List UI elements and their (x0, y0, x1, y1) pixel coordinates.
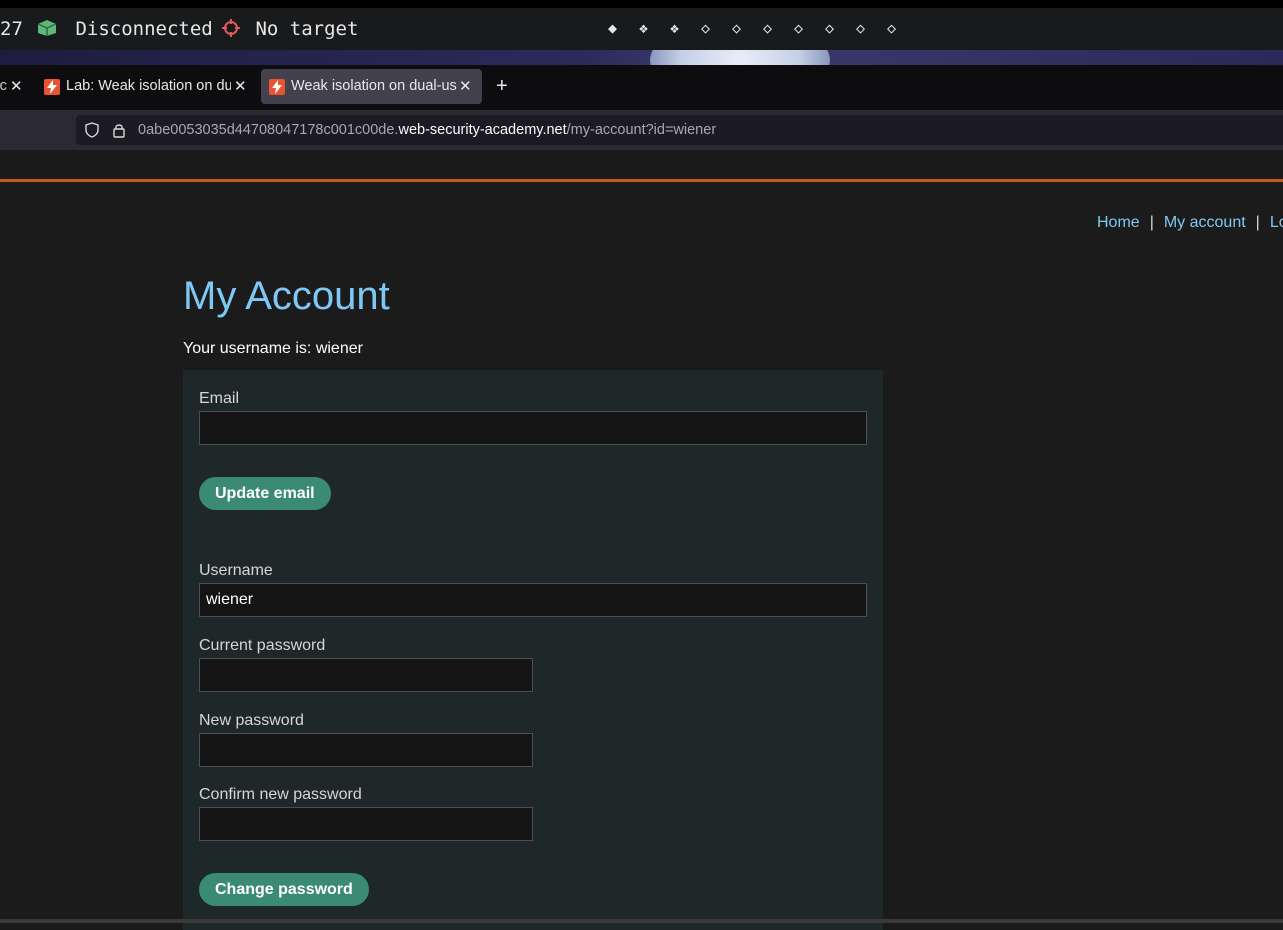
url-path: /my-account?id=wiener (566, 122, 717, 138)
target-indicator[interactable]: No target (222, 18, 358, 40)
system-status-bar: 27 Disconnected No target ◆ ❖ ❖ ◇ ◇ ◇ ◇ … (0, 0, 1283, 58)
url-bar[interactable]: 0abe0053035d44708047178c001c00de.web-sec… (76, 115, 1283, 145)
new-tab-button[interactable]: + (496, 75, 508, 98)
clock-fragment: 27 (0, 18, 23, 40)
site-nav: Home | My account | Lo (1097, 214, 1283, 232)
nav-separator: | (1255, 214, 1260, 231)
nav-logout-link[interactable]: Lo (1270, 214, 1283, 231)
tab-title: Weak isolation on dual-us (291, 78, 457, 94)
page-content: Home | My account | Lo My Account Your usern… (0, 182, 1283, 930)
crosshair-icon (222, 19, 240, 37)
page-title: My Account (183, 274, 390, 318)
nav-separator: | (1149, 214, 1154, 231)
lock-icon[interactable] (112, 122, 126, 138)
tab-title: Ac (0, 78, 7, 94)
nav-home-link[interactable]: Home (1097, 214, 1140, 231)
shield-icon[interactable] (84, 122, 100, 138)
workspace-6[interactable]: ◇ (763, 19, 772, 37)
wallpaper-strip (0, 50, 1283, 65)
workspace-3[interactable]: ❖ (670, 19, 679, 37)
connection-status: Disconnected (75, 18, 213, 40)
confirm-password-input[interactable] (199, 807, 533, 841)
current-password-label: Current password (199, 637, 326, 654)
browser-nav-bar: 0abe0053035d44708047178c001c00de.web-sec… (0, 110, 1283, 150)
lightning-favicon-icon (44, 79, 60, 95)
workspace-7[interactable]: ◇ (794, 19, 803, 37)
current-password-input[interactable] (199, 658, 533, 692)
confirm-password-label: Confirm new password (199, 786, 362, 803)
workspace-2[interactable]: ❖ (639, 19, 648, 37)
email-input[interactable] (199, 411, 867, 445)
nav-my-account-link[interactable]: My account (1164, 214, 1246, 231)
connection-indicator[interactable]: Disconnected (36, 18, 213, 40)
workspace-4[interactable]: ◇ (701, 19, 710, 37)
taskbar-edge (0, 919, 1283, 923)
url-prefix: 0abe0053035d44708047178c001c00de. (138, 122, 399, 138)
target-status: No target (255, 18, 359, 40)
workspace-9[interactable]: ◇ (856, 19, 865, 37)
new-password-label: New password (199, 712, 304, 729)
box-icon (37, 20, 57, 36)
new-password-input[interactable] (199, 733, 533, 767)
workspace-8[interactable]: ◇ (825, 19, 834, 37)
url-text[interactable]: 0abe0053035d44708047178c001c00de.web-sec… (138, 122, 716, 138)
lightning-favicon-icon (269, 79, 285, 95)
tab-title: Lab: Weak isolation on du (66, 78, 231, 94)
username-label: Username (199, 562, 273, 579)
workspace-5[interactable]: ◇ (732, 19, 741, 37)
tab-close-icon[interactable]: ✕ (10, 77, 23, 95)
username-text: Your username is: wiener (183, 340, 363, 357)
change-password-button[interactable]: Change password (199, 873, 369, 906)
email-label: Email (199, 390, 240, 407)
update-email-button[interactable]: Update email (199, 477, 331, 510)
url-host: web-security-academy.net (398, 122, 567, 138)
browser-tab-bar: Ac ✕ Lab: Weak isolation on du ✕ Weak is… (0, 65, 1283, 110)
tab-close-icon[interactable]: ✕ (234, 77, 247, 95)
tab-partial[interactable]: Ac ✕ (0, 69, 24, 104)
workspace-10[interactable]: ◇ (887, 19, 896, 37)
tab-active[interactable]: Weak isolation on dual-us ✕ (261, 69, 482, 104)
tab-lab[interactable]: Lab: Weak isolation on du ✕ (36, 69, 256, 104)
account-form-panel: Email Update email Username Current pass… (183, 370, 883, 930)
bookmarks-area (0, 150, 1283, 180)
username-input[interactable] (199, 583, 867, 617)
tab-close-icon[interactable]: ✕ (459, 77, 472, 95)
workspace-1[interactable]: ◆ (608, 19, 617, 37)
